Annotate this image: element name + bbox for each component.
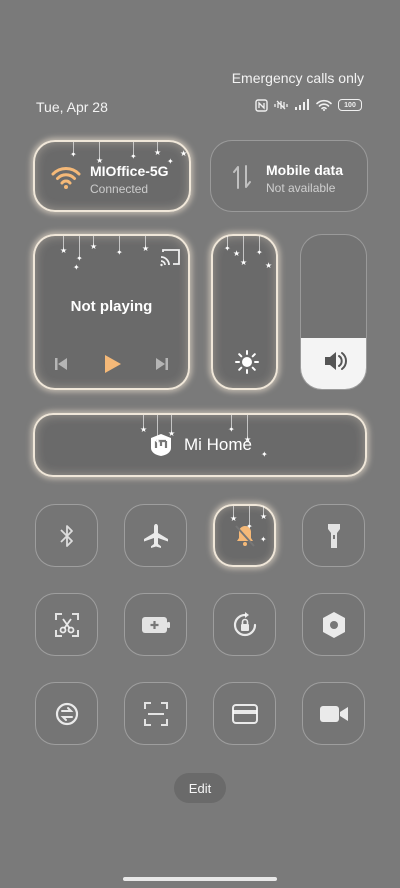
flashlight-toggle[interactable]: [302, 504, 365, 567]
mi-home-tile[interactable]: ★ ✦ ★ ✦ ★ ✦ Mi Home: [33, 413, 367, 477]
settings-hexagon-icon: [322, 611, 345, 638]
media-title: Not playing: [70, 298, 153, 315]
scanner-icon: [143, 701, 168, 726]
mobile-data-icon: [233, 165, 251, 189]
screenshot-toggle[interactable]: [35, 593, 98, 656]
battery-saver-toggle[interactable]: [124, 593, 187, 656]
wifi-tile[interactable]: ✦ ★ ✦ ★ ✦ ★ MIOffice-5G Connected: [33, 140, 191, 212]
volume-icon: [325, 352, 347, 370]
screenshot-scissors-icon: [54, 612, 79, 637]
brightness-slider[interactable]: ✦ ★ ✦ ★ ★: [211, 234, 278, 390]
carrier-status: Emergency calls only: [231, 70, 364, 86]
video-camera-icon: [319, 705, 348, 722]
mobile-data-title: Mobile data: [266, 162, 344, 178]
media-player-tile[interactable]: ★ ✦ ★ ✦ ★ ✦ Not playing: [33, 234, 190, 390]
mi-home-icon: [150, 434, 171, 456]
mi-home-label: Mi Home: [183, 435, 252, 454]
rotation-lock-icon: [233, 611, 256, 636]
wifi-status-icon: [316, 99, 332, 111]
edit-button[interactable]: Edit: [174, 773, 226, 803]
settings-toggle[interactable]: [302, 593, 365, 656]
play-icon[interactable]: [101, 353, 123, 375]
nfc-icon: [255, 98, 268, 112]
date-label: Tue, Apr 28: [36, 99, 108, 115]
sync-toggle[interactable]: [35, 682, 98, 745]
silent-mode-toggle[interactable]: ★ ✦ ★ ✦: [213, 504, 276, 567]
home-indicator[interactable]: [123, 877, 277, 881]
mute-bell-icon: [234, 524, 255, 547]
video-camera-toggle[interactable]: [302, 682, 365, 745]
bluetooth-icon: [59, 524, 73, 547]
bluetooth-toggle[interactable]: [35, 504, 98, 567]
flashlight-icon: [327, 523, 340, 548]
status-icons: 100: [255, 98, 362, 112]
battery-icon: 100: [338, 99, 362, 111]
airplane-mode-icon: [143, 523, 168, 548]
battery-saver-icon: [141, 616, 170, 633]
card-toggle[interactable]: [213, 682, 276, 745]
volume-slider[interactable]: [300, 234, 367, 390]
airplane-mode-toggle[interactable]: [124, 504, 187, 567]
next-track-icon[interactable]: [154, 356, 170, 372]
sync-icon: [55, 702, 78, 725]
wifi-status: Connected: [90, 182, 149, 196]
card-icon: [231, 703, 258, 724]
scanner-toggle[interactable]: [124, 682, 187, 745]
wifi-network-name: MIOffice-5G: [90, 163, 169, 179]
vibrate-off-icon: [274, 100, 288, 110]
cast-icon[interactable]: [159, 248, 181, 268]
rotation-lock-toggle[interactable]: [213, 593, 276, 656]
signal-icon: [295, 99, 309, 110]
previous-track-icon[interactable]: [53, 356, 69, 372]
brightness-icon: [235, 350, 259, 374]
wifi-icon: [51, 167, 81, 189]
mobile-data-tile[interactable]: Mobile data Not available: [210, 140, 368, 212]
mobile-data-status: Not available: [266, 181, 336, 195]
